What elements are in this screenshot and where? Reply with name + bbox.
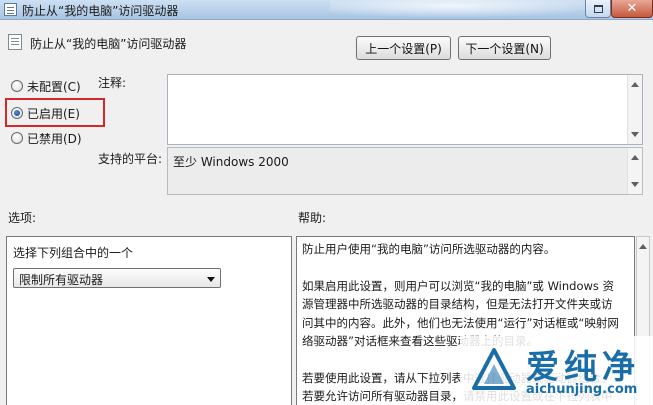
close-icon: ✕	[626, 1, 638, 16]
title-bar: 防止从“我的电脑”访问驱动器 ✕	[0, 0, 653, 20]
close-button[interactable]: ✕	[611, 0, 653, 18]
help-paragraph: 防止用户使用“我的电脑”访问所选驱动器的内容。	[302, 242, 556, 256]
scroll-down-arrow-icon[interactable]	[631, 132, 639, 137]
help-section-label: 帮助:	[298, 211, 327, 225]
scroll-down-arrow-icon[interactable]	[631, 182, 639, 187]
dropdown-selected-value: 限制所有驱动器	[19, 273, 104, 287]
watermark-chinese-text: 爱纯净	[526, 347, 640, 386]
chevron-down-icon[interactable]	[207, 277, 215, 282]
policy-icon	[8, 34, 22, 50]
radio-not-configured[interactable]: 未配置(C)	[11, 77, 81, 95]
supported-platform-value: 至少 Windows 2000	[173, 155, 289, 169]
policy-window-icon	[4, 3, 17, 16]
comment-textarea[interactable]	[167, 74, 643, 145]
enabled-highlight-box	[5, 98, 105, 127]
scroll-up-arrow-icon[interactable]	[639, 244, 647, 249]
scroll-up-arrow-icon[interactable]	[631, 82, 639, 87]
comment-label: 注释:	[98, 76, 127, 90]
next-setting-button[interactable]: 下一个设置(N)	[458, 36, 551, 60]
options-panel: 选择下列组合中的一个 限制所有驱动器	[6, 236, 292, 405]
radio-button-icon[interactable]	[11, 80, 23, 92]
maximize-icon	[593, 4, 603, 13]
policy-title: 防止从“我的电脑”访问驱动器	[30, 37, 187, 51]
platform-scrollbar[interactable]	[627, 148, 642, 194]
radio-label-not-configured: 未配置(C)	[27, 79, 81, 94]
site-watermark: 爱纯净 aichunjing.com	[460, 336, 653, 405]
radio-button-icon[interactable]	[11, 132, 23, 144]
supported-platform-label: 支持的平台:	[98, 152, 163, 166]
scroll-up-arrow-icon[interactable]	[631, 155, 639, 160]
radio-label-disabled: 已禁用(D)	[27, 131, 82, 146]
maximize-button[interactable]	[585, 0, 611, 18]
options-section-label: 选项:	[8, 211, 37, 225]
window-title: 防止从“我的电脑”访问驱动器	[22, 4, 179, 18]
watermark-logo-icon	[472, 348, 516, 390]
watermark-domain-text: aichunjing.com	[526, 382, 638, 397]
radio-disabled[interactable]: 已禁用(D)	[11, 129, 82, 147]
supported-platform-box: 至少 Windows 2000	[167, 147, 643, 195]
comment-scrollbar[interactable]	[627, 75, 642, 144]
drive-restriction-dropdown[interactable]: 限制所有驱动器	[13, 268, 221, 288]
previous-setting-button[interactable]: 上一个设置(P)	[356, 36, 451, 60]
options-prompt: 选择下列组合中的一个	[13, 246, 134, 260]
